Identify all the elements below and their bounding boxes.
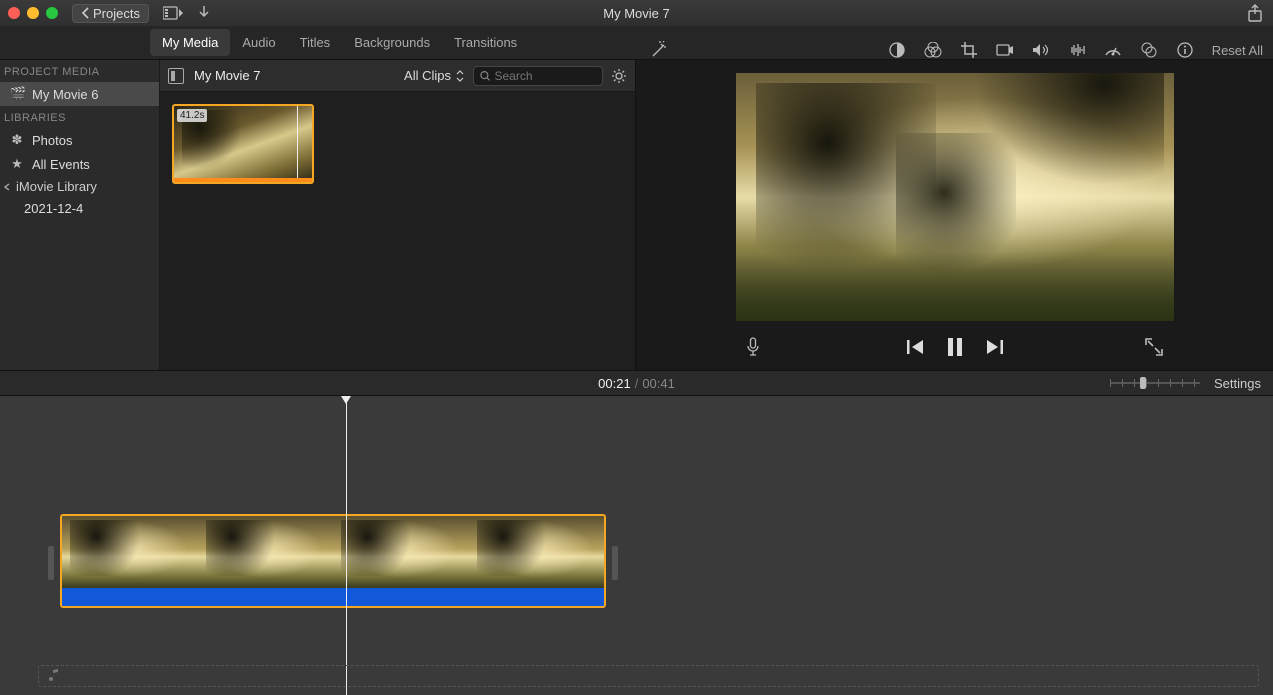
browser-toolbar: My Movie 7 All Clips: [160, 60, 635, 92]
background-music-lane[interactable]: [38, 665, 1259, 687]
noise-reduction-icon[interactable]: [1068, 41, 1086, 59]
flower-icon: ✽: [10, 132, 24, 148]
sidebar: PROJECT MEDIA 🎬 My Movie 6 LIBRARIES ✽ P…: [0, 60, 160, 370]
clip-used-indicator: [174, 178, 312, 182]
transport-controls: [636, 324, 1273, 370]
viewer-panel: [636, 60, 1273, 370]
share-button[interactable]: [1247, 4, 1263, 22]
previous-button[interactable]: [907, 339, 925, 355]
zoom-window-button[interactable]: [46, 7, 58, 19]
voiceover-button[interactable]: [746, 337, 760, 357]
sidebar-item-label: My Movie 6: [32, 87, 98, 102]
sidebar-library-root[interactable]: iMovie Library: [0, 176, 159, 197]
import-media-button[interactable]: [163, 5, 183, 21]
window-title: My Movie 7: [603, 6, 669, 21]
preview-viewer[interactable]: [636, 60, 1273, 324]
tab-transitions[interactable]: Transitions: [442, 29, 529, 56]
chevron-down-icon: [2, 182, 12, 192]
search-field[interactable]: [473, 66, 603, 86]
clip-trim-handle-left[interactable]: [48, 546, 54, 580]
tab-backgrounds[interactable]: Backgrounds: [342, 29, 442, 56]
timeline-clip[interactable]: [60, 514, 606, 608]
library-root-label: iMovie Library: [16, 179, 97, 194]
playhead[interactable]: [346, 396, 347, 695]
close-window-button[interactable]: [8, 7, 20, 19]
zoom-knob[interactable]: [1140, 377, 1146, 389]
pause-button[interactable]: [947, 338, 963, 356]
speed-icon[interactable]: [1104, 41, 1122, 59]
search-input[interactable]: [495, 69, 597, 83]
timeline[interactable]: [0, 396, 1273, 695]
window-controls: [8, 7, 58, 19]
sidebar-item-all-events[interactable]: ★ All Events: [0, 152, 159, 176]
reset-all-button[interactable]: Reset All: [1212, 43, 1263, 58]
projects-back-label: Projects: [93, 6, 140, 21]
clips-filter-label: All Clips: [404, 68, 451, 83]
download-button[interactable]: [197, 5, 211, 21]
zoom-slider[interactable]: [1110, 376, 1200, 390]
timeline-settings-button[interactable]: Settings: [1214, 376, 1261, 391]
clip-duration-badge: 41.2s: [177, 109, 207, 122]
sidebar-item-photos[interactable]: ✽ Photos: [0, 128, 159, 152]
sidebar-item-label: 2021-12-4: [24, 201, 83, 216]
browser-tabs: My Media Audio Titles Backgrounds Transi…: [0, 26, 636, 59]
tab-my-media[interactable]: My Media: [150, 29, 230, 56]
stabilize-icon[interactable]: [996, 41, 1014, 59]
color-correction-icon[interactable]: [924, 41, 942, 59]
clip-grid[interactable]: 41.2s: [160, 92, 635, 370]
browser-title: My Movie 7: [194, 68, 260, 83]
search-icon: [480, 70, 491, 82]
sidebar-item-project[interactable]: 🎬 My Movie 6: [0, 82, 159, 106]
gear-icon[interactable]: [611, 68, 627, 84]
media-browser: My Movie 7 All Clips 41.2s: [160, 60, 636, 370]
sidebar-item-event-date[interactable]: 2021-12-4: [0, 197, 159, 220]
color-balance-icon[interactable]: [888, 41, 906, 59]
sidebar-item-label: All Events: [32, 157, 90, 172]
minimize-window-button[interactable]: [27, 7, 39, 19]
clip-trim-handle-right[interactable]: [612, 546, 618, 580]
volume-icon[interactable]: [1032, 41, 1050, 59]
clip-playhead-marker: [297, 106, 298, 182]
tab-audio[interactable]: Audio: [230, 29, 287, 56]
timecode-separator: /: [635, 376, 639, 391]
main-area: PROJECT MEDIA 🎬 My Movie 6 LIBRARIES ✽ P…: [0, 60, 1273, 370]
magic-wand-icon[interactable]: [650, 41, 668, 59]
sidebar-item-label: Photos: [32, 133, 72, 148]
toolbar-row: My Media Audio Titles Backgrounds Transi…: [0, 26, 1273, 60]
timecode-display: 00:21 / 00:41: [598, 376, 675, 391]
timecode-total: 00:41: [642, 376, 675, 391]
clip-audio-track[interactable]: [62, 588, 604, 606]
titlebar: Projects My Movie 7: [0, 0, 1273, 26]
music-note-icon: [47, 669, 59, 683]
clapper-icon: 🎬: [10, 86, 24, 102]
sidebar-section-project-media: PROJECT MEDIA: [0, 60, 159, 82]
timeline-header: 00:21 / 00:41 Settings: [0, 370, 1273, 396]
media-clip[interactable]: 41.2s: [172, 104, 314, 184]
fullscreen-button[interactable]: [1145, 338, 1163, 356]
sidebar-section-libraries: LIBRARIES: [0, 106, 159, 128]
projects-back-button[interactable]: Projects: [72, 4, 149, 23]
info-icon[interactable]: [1176, 41, 1194, 59]
inspector-toolbar: Reset All: [636, 41, 1273, 59]
timecode-current: 00:21: [598, 376, 631, 391]
tab-titles[interactable]: Titles: [288, 29, 343, 56]
next-button[interactable]: [985, 339, 1003, 355]
crop-icon[interactable]: [960, 41, 978, 59]
clip-filmstrip: [62, 516, 604, 590]
preview-frame: [736, 73, 1174, 321]
star-icon: ★: [10, 156, 24, 172]
filters-icon[interactable]: [1140, 41, 1158, 59]
list-view-toggle-icon[interactable]: [168, 68, 184, 84]
updown-icon: [455, 70, 465, 82]
clips-filter-dropdown[interactable]: All Clips: [404, 68, 465, 83]
